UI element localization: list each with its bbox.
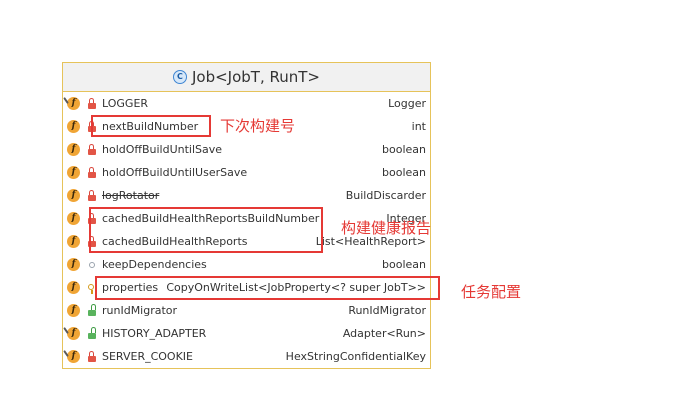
field-row[interactable]: SERVER_COOKIE HexStringConfidentialKey	[63, 345, 430, 368]
annotation-label: 下次构建号	[220, 117, 296, 135]
field-name: LOGGER	[102, 97, 149, 110]
field-row[interactable]: holdOffBuildUntilUserSave boolean	[63, 161, 430, 184]
field-name: holdOffBuildUntilUserSave	[102, 166, 248, 179]
field-type: Logger	[388, 97, 426, 110]
field-icon	[67, 235, 80, 248]
private-lock-icon	[88, 167, 96, 178]
field-name: HISTORY_ADAPTER	[102, 327, 207, 340]
field-type: RunIdMigrator	[348, 304, 426, 317]
field-name: keepDependencies	[102, 258, 207, 271]
public-icon	[88, 327, 96, 339]
annotation-label: 任务配置	[461, 283, 522, 301]
class-header: Job<JobT, RunT>	[63, 63, 430, 92]
private-lock-icon	[88, 351, 96, 362]
field-row[interactable]: LOGGER Logger	[63, 92, 430, 115]
field-icon	[67, 212, 80, 225]
field-row[interactable]: keepDependencies boolean	[63, 253, 430, 276]
field-type: BuildDiscarder	[345, 189, 426, 202]
field-type: HexStringConfidentialKey	[285, 350, 426, 363]
annotation-box-properties	[95, 276, 440, 300]
field-type: boolean	[382, 166, 426, 179]
field-icon	[67, 166, 80, 179]
field-icon	[67, 189, 80, 202]
static-field-icon	[67, 350, 80, 363]
class-icon	[172, 70, 187, 84]
private-lock-icon	[88, 190, 96, 201]
field-row[interactable]: logRotator BuildDiscarder	[63, 184, 430, 207]
annotation-label: 构建健康报告	[341, 219, 432, 237]
field-type: boolean	[382, 258, 426, 271]
field-row[interactable]: holdOffBuildUntilSave boolean	[63, 138, 430, 161]
field-icon	[67, 281, 80, 294]
static-field-icon	[67, 97, 80, 110]
static-field-icon	[67, 327, 80, 340]
annotation-box-build-health-reports	[89, 207, 323, 253]
field-type: int	[411, 120, 426, 133]
field-icon	[67, 258, 80, 271]
field-name: runIdMigrator	[102, 304, 178, 317]
field-name: SERVER_COOKIE	[102, 350, 193, 363]
field-type: Adapter<Run>	[342, 327, 426, 340]
private-lock-icon	[88, 98, 96, 109]
public-icon	[88, 304, 96, 316]
field-icon	[67, 120, 80, 133]
annotation-box-next-build-number	[91, 115, 211, 137]
field-icon	[67, 304, 80, 317]
field-row[interactable]: runIdMigrator RunIdMigrator	[63, 299, 430, 322]
field-row[interactable]: HISTORY_ADAPTER Adapter<Run>	[63, 322, 430, 345]
private-lock-icon	[88, 144, 96, 155]
field-name: logRotator	[102, 189, 160, 202]
field-icon	[67, 143, 80, 156]
field-type: boolean	[382, 143, 426, 156]
package-private-icon	[88, 259, 96, 270]
class-title: Job<JobT, RunT>	[191, 68, 320, 86]
field-name: holdOffBuildUntilSave	[102, 143, 223, 156]
